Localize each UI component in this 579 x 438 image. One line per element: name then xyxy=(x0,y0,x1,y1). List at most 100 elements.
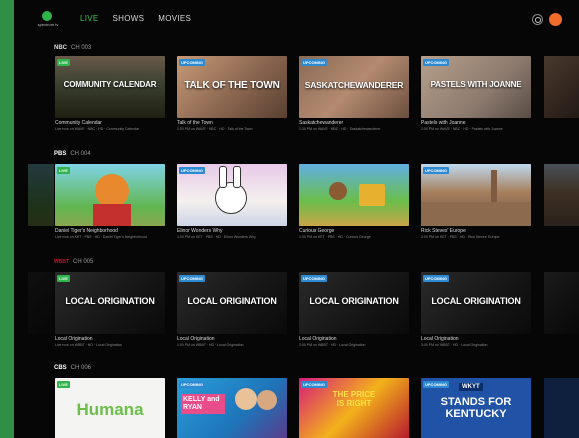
program-thumbnail: UPCOMING xyxy=(421,164,531,226)
main-nav: LIVE SHOWS MOVIES xyxy=(80,14,191,23)
bunny-ear-shape xyxy=(219,166,227,188)
program-thumbnail: LIVE LOCAL ORIGINATION xyxy=(55,272,165,334)
channel-number: CH 004 xyxy=(70,151,91,157)
program-tile[interactable]: UPCOMING Rick Steves' Europe 2:00 PM on … xyxy=(421,164,531,239)
program-meta: Live now on WBBT · HD · Local Originatio… xyxy=(55,343,123,347)
program-tile[interactable]: UPCOMING KELLY and RYAN xyxy=(177,378,287,438)
program-tile[interactable]: UPCOMING LOCAL ORIGINATION Local Origina… xyxy=(299,272,409,347)
program-meta: Live now on WAVE · NBC · HD · Community … xyxy=(55,127,140,131)
program-thumbnail xyxy=(299,164,409,226)
piazza-shape xyxy=(421,202,531,226)
next-tile-peek[interactable] xyxy=(544,272,579,334)
program-tile[interactable]: UPCOMING Elinor Wonders Why 1:00 PM on K… xyxy=(177,164,287,239)
program-title: Talk of the Town xyxy=(177,120,213,126)
program-thumbnail: UPCOMING xyxy=(177,164,287,226)
program-thumbnail: UPCOMING PASTELS WITH JOANNE xyxy=(421,56,531,118)
program-meta: 2:00 PM on WBBT · HD · Local Origination xyxy=(299,343,366,347)
nav-tab-shows[interactable]: SHOWS xyxy=(113,14,145,23)
show-logo-text: KELLY and RYAN xyxy=(181,394,225,414)
promo-text: STANDS FOR KENTUCKY xyxy=(440,396,512,420)
program-thumbnail: UPCOMING LOCAL ORIGINATION xyxy=(177,272,287,334)
thumbnail-title: LOCAL ORIGINATION xyxy=(65,296,155,306)
daniel-tiger-icon xyxy=(95,174,129,208)
wbbt-logo-icon: WBBT xyxy=(54,259,69,265)
program-title: Community Calendar xyxy=(55,120,102,126)
program-tile[interactable]: UPCOMING LOCAL ORIGINATION Local Origina… xyxy=(421,272,531,347)
upcoming-badge: UPCOMING xyxy=(423,381,449,388)
thumbnail-title: COMMUNITY CALENDAR xyxy=(63,80,157,89)
program-title: Daniel Tiger's Neighborhood xyxy=(55,228,118,234)
program-title: Curious George xyxy=(299,228,335,234)
search-icon[interactable] xyxy=(532,14,543,25)
program-tile[interactable]: LIVE COMMUNITY CALENDAR Community Calend… xyxy=(55,56,165,131)
upcoming-badge: UPCOMING xyxy=(179,59,205,66)
avatar[interactable] xyxy=(549,13,562,26)
live-badge: LIVE xyxy=(57,381,70,388)
upcoming-badge: UPCOMING xyxy=(179,381,205,388)
thumbnail-title: LOCAL ORIGINATION xyxy=(309,296,399,306)
program-title: Local Origination xyxy=(421,336,459,342)
program-meta: 1:00 PM on WBBT · HD · Local Origination xyxy=(177,343,244,347)
red-sweater-shape xyxy=(93,204,131,226)
program-title: Rick Steves' Europe xyxy=(421,228,466,234)
program-thumbnail: UPCOMING WKYT STANDS FOR KENTUCKY xyxy=(421,378,531,438)
upcoming-badge: UPCOMING xyxy=(179,275,205,282)
program-thumbnail: UPCOMING LOCAL ORIGINATION xyxy=(421,272,531,334)
program-tile[interactable]: UPCOMING THE PRICE IS RIGHT xyxy=(299,378,409,438)
program-tile[interactable]: Curious George 1:30 PM on KET · PBS · HD… xyxy=(299,164,409,239)
program-tile[interactable]: UPCOMING SASKATCHEWANDERER Saskatchewand… xyxy=(299,56,409,131)
program-tile[interactable]: UPCOMING LOCAL ORIGINATION Local Origina… xyxy=(177,272,287,347)
program-tile[interactable]: UPCOMING TALK OF THE TOWN Talk of the To… xyxy=(177,56,287,131)
host-face-shape xyxy=(235,388,257,410)
program-tile[interactable]: LIVE Daniel Tiger's Neighborhood Live no… xyxy=(55,164,165,239)
logo-text: spectrum tv xyxy=(37,22,59,27)
logo-mark-icon xyxy=(42,11,52,21)
program-meta: 1:00 PM on KET · PBS · HD · Elinor Wonde… xyxy=(177,235,256,239)
program-title: Local Origination xyxy=(299,336,337,342)
curious-george-icon xyxy=(329,182,347,200)
spectrum-logo[interactable]: spectrum tv xyxy=(36,11,58,29)
channel-header: WBBT CH 005 xyxy=(54,256,93,268)
pbs-logo-icon: PBS xyxy=(54,151,67,157)
thumbnail-title: PASTELS WITH JOANNE xyxy=(430,80,522,89)
prev-tile-peek[interactable] xyxy=(28,272,54,334)
channel-header: PBS CH 004 xyxy=(54,148,91,160)
upcoming-badge: UPCOMING xyxy=(301,275,327,282)
upcoming-badge: UPCOMING xyxy=(301,59,327,66)
channel-header: CBS CH 006 xyxy=(54,362,91,374)
program-tile[interactable]: UPCOMING WKYT STANDS FOR KENTUCKY xyxy=(421,378,531,438)
program-tile[interactable]: UPCOMING PASTELS WITH JOANNE Pastels wit… xyxy=(421,56,531,131)
nav-tab-live[interactable]: LIVE xyxy=(80,14,99,23)
humana-logo-text: Humana xyxy=(76,400,144,419)
program-meta: 1:30 PM on WAVE · NBC · HD · Saskatchewa… xyxy=(299,127,381,131)
next-tile-peek[interactable] xyxy=(544,164,579,226)
host-face-shape xyxy=(257,390,277,410)
program-meta: 2:00 PM on WAVE · NBC · HD · Pastels wit… xyxy=(421,127,503,131)
program-thumbnail: UPCOMING KELLY and RYAN xyxy=(177,378,287,438)
tv-guide-screen: spectrum tv LIVE SHOWS MOVIES NBC CH 003… xyxy=(14,0,579,438)
bunny-ear-shape xyxy=(233,166,241,188)
program-thumbnail: UPCOMING LOCAL ORIGINATION xyxy=(299,272,409,334)
prev-tile-peek[interactable] xyxy=(28,164,54,226)
thumbnail-title: LOCAL ORIGINATION xyxy=(187,296,277,306)
show-logo-text: THE PRICE IS RIGHT xyxy=(332,390,376,408)
program-tile[interactable]: LIVE Humana xyxy=(55,378,165,438)
toy-block-shape xyxy=(359,184,385,206)
next-tile-peek[interactable] xyxy=(544,378,579,438)
program-meta: Live now on KET · PBS · HD · Daniel Tige… xyxy=(55,235,147,239)
program-tile[interactable]: LIVE LOCAL ORIGINATION Local Origination… xyxy=(55,272,165,347)
live-badge: LIVE xyxy=(57,275,70,282)
upcoming-badge: UPCOMING xyxy=(423,59,449,66)
program-meta: 2:00 PM on KET · PBS · HD · Rick Steves'… xyxy=(421,235,500,239)
program-title: Local Origination xyxy=(55,336,93,342)
top-bar: spectrum tv LIVE SHOWS MOVIES xyxy=(14,0,579,38)
program-title: Saskatchewanderer xyxy=(299,120,344,126)
program-thumbnail: LIVE Humana xyxy=(55,378,165,438)
program-title: Elinor Wonders Why xyxy=(177,228,223,234)
thumbnail-title: SASKATCHEWANDERER xyxy=(304,80,404,90)
channel-number: CH 006 xyxy=(70,365,92,371)
next-tile-peek[interactable] xyxy=(544,56,579,118)
program-thumbnail: LIVE COMMUNITY CALENDAR xyxy=(55,56,165,118)
nav-tab-movies[interactable]: MOVIES xyxy=(158,14,191,23)
channel-number: CH 005 xyxy=(73,259,94,265)
